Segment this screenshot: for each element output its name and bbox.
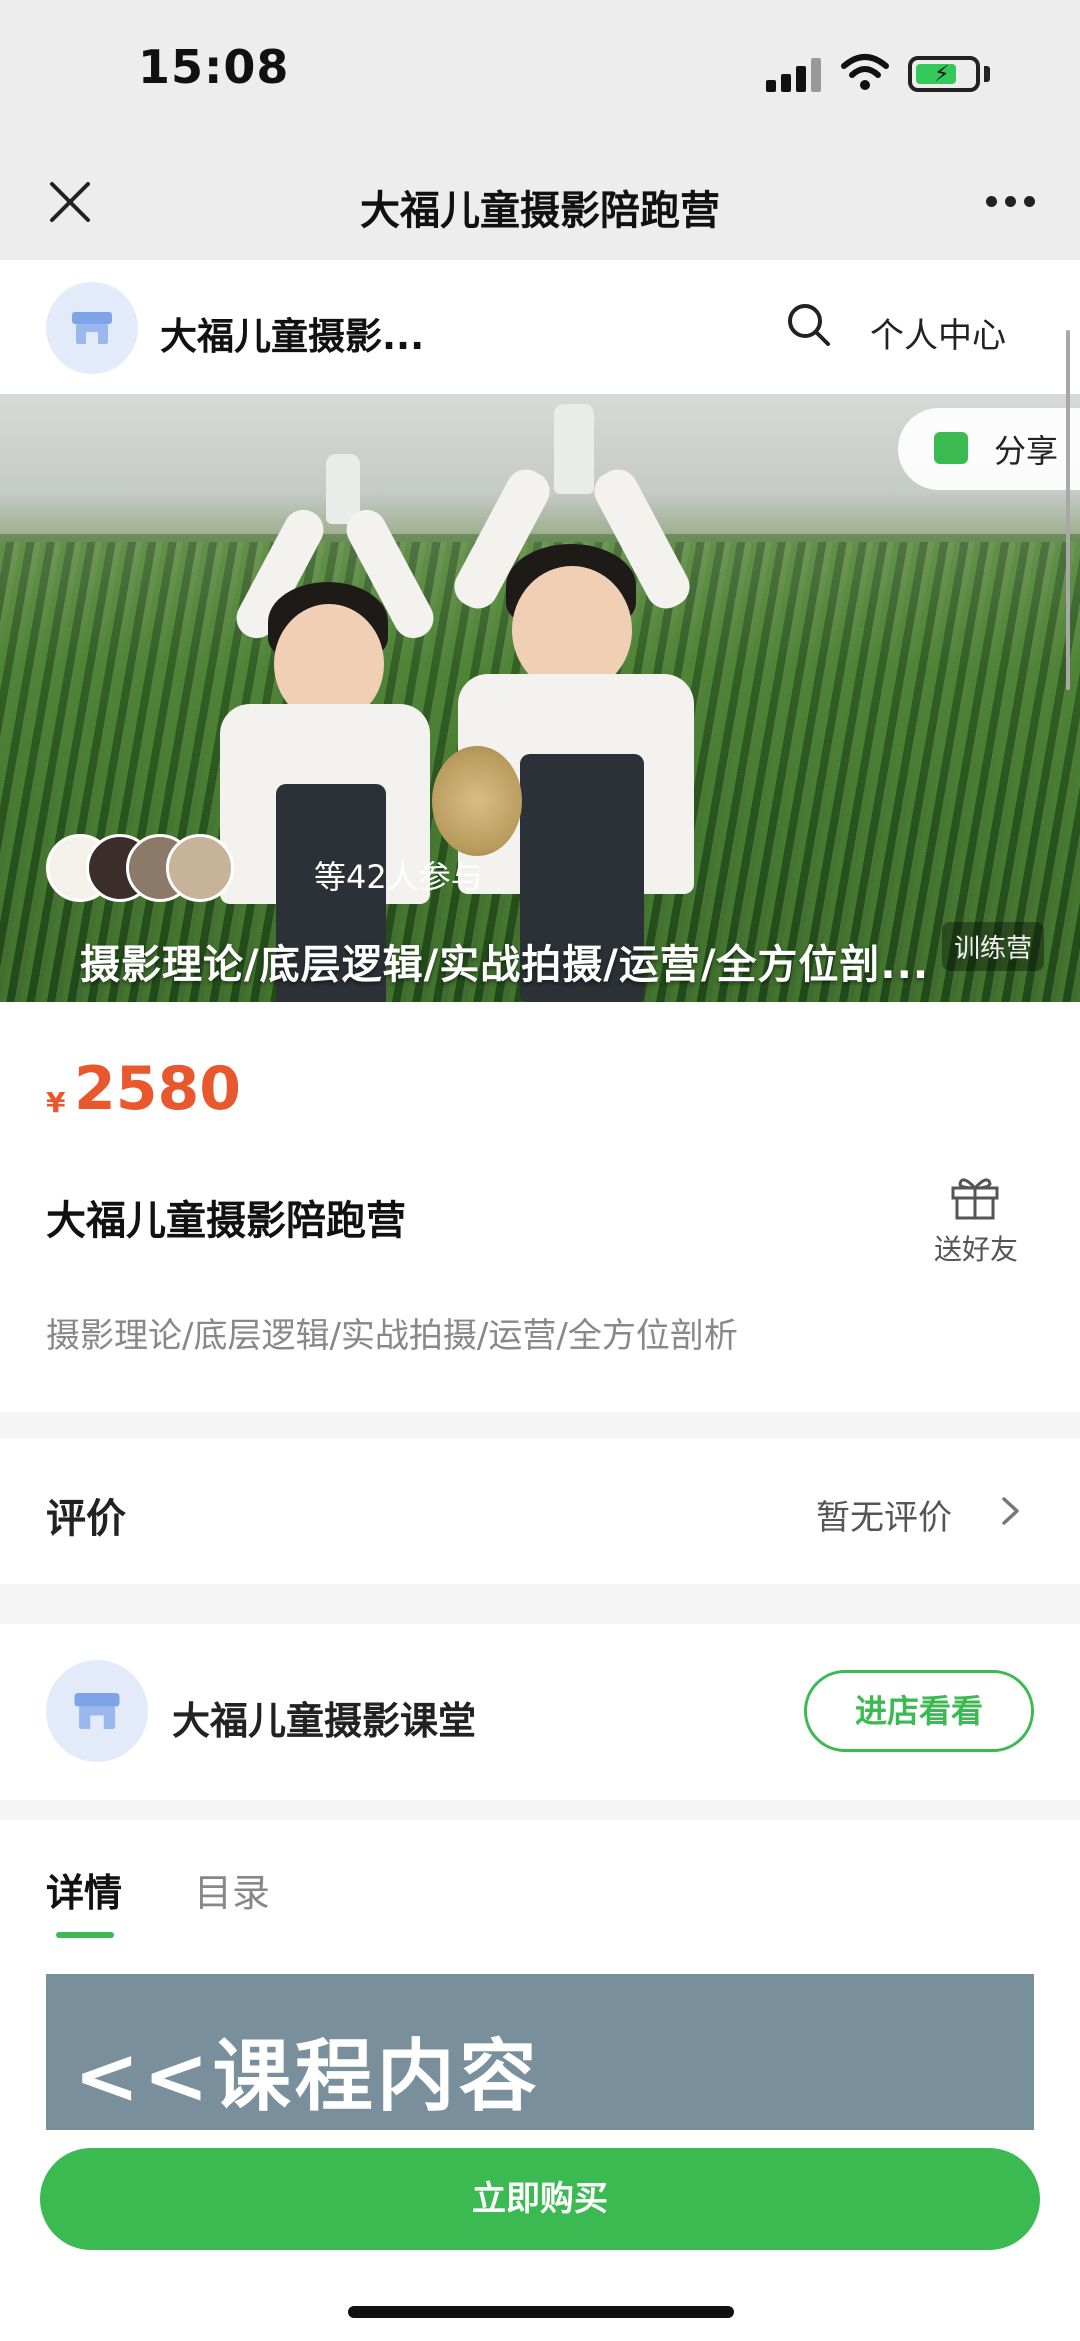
personal-center-link[interactable]: 个人中心 bbox=[870, 308, 1006, 357]
banner-caption: 摄影理论/底层逻辑/实战拍摄/运营/全方位剖... bbox=[80, 942, 930, 988]
gift-to-friend-button[interactable]: 送好友 bbox=[934, 1228, 1018, 1268]
store-avatar[interactable] bbox=[46, 282, 138, 374]
tab-details[interactable]: 详情 bbox=[46, 1862, 122, 1917]
participant-count: 等42人参与 bbox=[314, 858, 483, 896]
battery-tip bbox=[984, 66, 990, 82]
home-indicator[interactable] bbox=[348, 2306, 734, 2318]
reviews-status[interactable]: 暂无评价 bbox=[816, 1490, 952, 1539]
gift-icon[interactable] bbox=[948, 1170, 1002, 1222]
store-icon bbox=[74, 1693, 120, 1729]
search-icon[interactable] bbox=[786, 302, 832, 348]
course-content-heading: <<课程内容 bbox=[74, 2032, 541, 2122]
active-tab-indicator bbox=[56, 1932, 114, 1938]
store-name[interactable]: 大福儿童摄影课堂 bbox=[172, 1690, 476, 1745]
buy-now-button[interactable]: 立即购买 bbox=[40, 2148, 1040, 2250]
tab-catalog[interactable]: 目录 bbox=[194, 1862, 270, 1917]
course-content-banner: <<课程内容 bbox=[46, 1974, 1034, 2134]
participant-avatars bbox=[46, 834, 286, 906]
page-title: 大福儿童摄影陪跑营 bbox=[360, 188, 720, 234]
product-subtitle: 摄影理论/底层逻辑/实战拍摄/运营/全方位剖析 bbox=[46, 1316, 738, 1356]
visit-store-button[interactable]: 进店看看 bbox=[804, 1670, 1034, 1752]
shop-name[interactable]: 大福儿童摄影... bbox=[160, 306, 424, 360]
wifi-icon bbox=[841, 54, 889, 90]
share-icon bbox=[934, 432, 968, 464]
share-label[interactable]: 分享 bbox=[994, 426, 1058, 472]
training-camp-tag: 训练营 bbox=[942, 922, 1045, 971]
status-time: 15:08 bbox=[138, 40, 290, 94]
scrollbar[interactable] bbox=[1066, 330, 1070, 690]
price-currency: ¥ bbox=[46, 1086, 66, 1119]
battery-icon: ⚡ bbox=[908, 56, 980, 92]
store-icon bbox=[72, 312, 112, 344]
more-dots-icon[interactable] bbox=[986, 196, 1036, 208]
reviews-label: 评价 bbox=[46, 1496, 126, 1542]
store-card-avatar[interactable] bbox=[46, 1660, 148, 1762]
product-banner-image[interactable] bbox=[0, 394, 1080, 1002]
price-value: 2580 bbox=[74, 1054, 241, 1124]
chevron-right-icon[interactable] bbox=[1000, 1496, 1022, 1526]
product-title: 大福儿童摄影陪跑营 bbox=[46, 1198, 406, 1244]
cellular-signal-icon bbox=[766, 58, 824, 92]
